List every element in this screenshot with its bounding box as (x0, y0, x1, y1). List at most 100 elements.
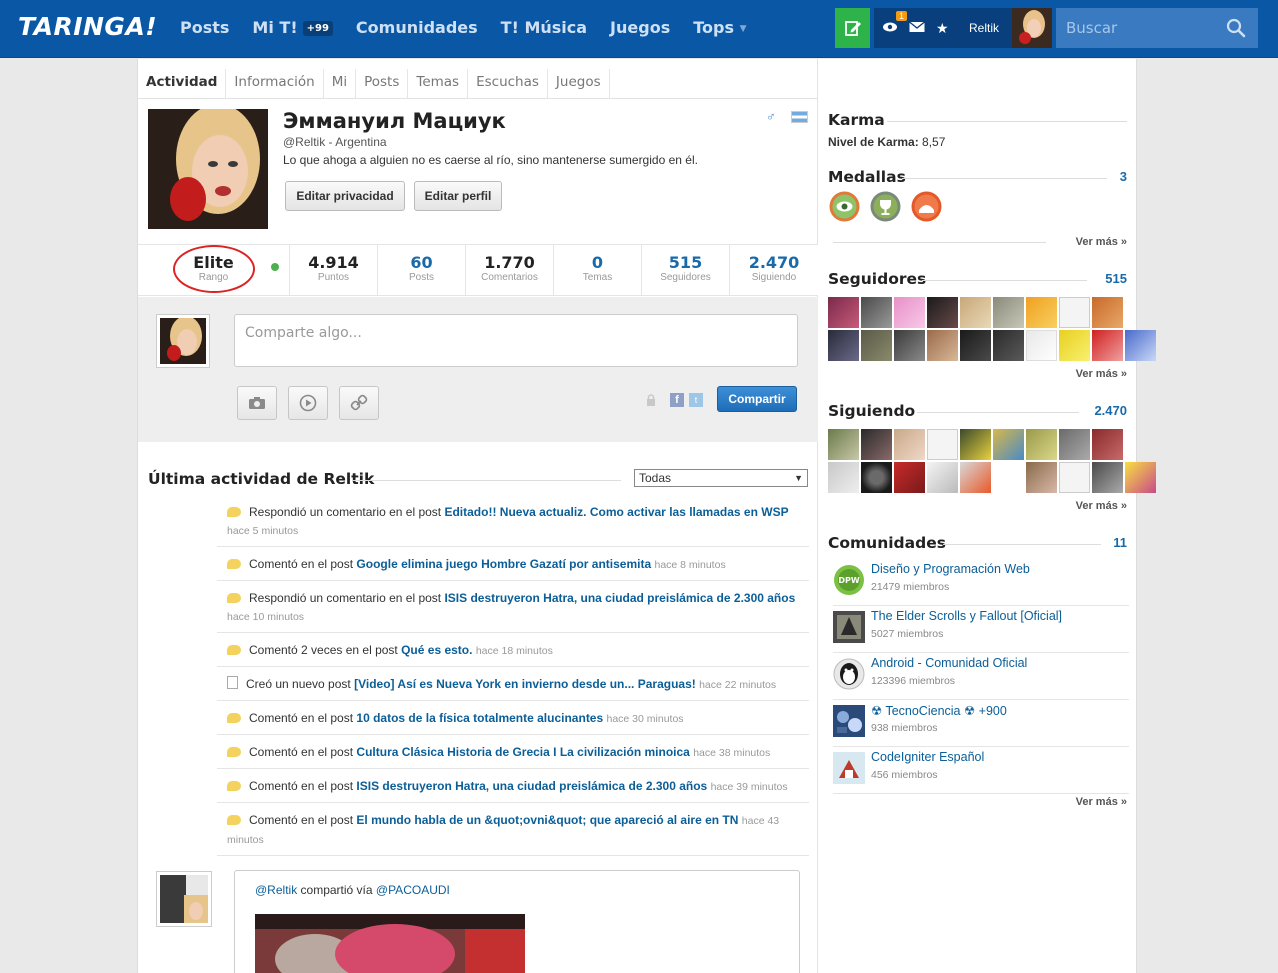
tab-posts[interactable]: Posts (356, 69, 409, 98)
post-link[interactable]: Qué es esto. (401, 643, 472, 657)
follower-avatar[interactable] (993, 297, 1024, 328)
activity-filter-select[interactable]: Todas ▼ (634, 469, 808, 487)
medal-eye-icon[interactable] (829, 191, 860, 222)
community-item[interactable]: The Elder Scrolls y Fallout [Oficial] 50… (833, 606, 1129, 653)
following-avatar[interactable] (960, 462, 991, 493)
stat-puntos[interactable]: 4.914 Puntos (290, 245, 378, 295)
share-input[interactable]: Comparte algo... (234, 314, 798, 367)
following-avatar[interactable] (894, 462, 925, 493)
following-avatar[interactable] (1125, 462, 1156, 493)
via-user-link[interactable]: @PACOAUDI (376, 883, 450, 897)
following-avatar[interactable] (828, 429, 859, 460)
lock-icon[interactable] (646, 394, 656, 409)
photo-button[interactable] (237, 386, 277, 420)
avatar[interactable] (156, 871, 212, 927)
twitter-icon[interactable]: t (689, 393, 703, 407)
video-button[interactable] (288, 386, 328, 420)
community-item[interactable]: DPW Diseño y Programación Web 21479 miem… (833, 559, 1129, 606)
tab-temas[interactable]: Temas (408, 69, 469, 98)
tab-escuchas[interactable]: Escuchas (468, 69, 548, 98)
following-avatar[interactable] (993, 429, 1024, 460)
nav-posts[interactable]: Posts (180, 18, 229, 37)
search-icon[interactable] (1226, 18, 1246, 38)
search-input[interactable] (1056, 19, 1216, 37)
following-avatar[interactable] (927, 429, 958, 460)
following-avatar[interactable] (894, 429, 925, 460)
stat-comentarios[interactable]: 1.770 Comentarios (466, 245, 554, 295)
compose-button[interactable] (835, 8, 870, 48)
follower-avatar[interactable] (894, 297, 925, 328)
ver-mas-link[interactable]: Ver más » (1076, 236, 1127, 248)
communities-count[interactable]: 11 (1113, 535, 1127, 550)
follower-avatar[interactable] (960, 330, 991, 361)
follower-avatar[interactable] (1059, 330, 1090, 361)
profile-picture[interactable] (148, 109, 268, 229)
follower-avatar[interactable] (1059, 297, 1090, 328)
logo[interactable]: TARINGA! (18, 12, 157, 41)
community-name[interactable]: ☢ TecnoCiencia ☢ +900 (871, 703, 1007, 718)
community-item[interactable]: Android - Comunidad Oficial 123396 miemb… (833, 653, 1129, 700)
community-name[interactable]: The Elder Scrolls y Fallout [Oficial] (871, 609, 1062, 623)
follower-avatar[interactable] (960, 297, 991, 328)
post-link[interactable]: Google elimina juego Hombre Gazatí por a… (356, 557, 651, 571)
nav-musica[interactable]: T! Música (501, 18, 587, 37)
community-name[interactable]: CodeIgniter Español (871, 750, 984, 764)
following-avatar[interactable] (861, 429, 892, 460)
follower-avatar[interactable] (1092, 297, 1123, 328)
post-link[interactable]: ISIS destruyeron Hatra, una ciudad preis… (444, 591, 795, 605)
follower-avatar[interactable] (828, 297, 859, 328)
nav-juegos[interactable]: Juegos (610, 18, 670, 37)
following-avatar[interactable] (1092, 429, 1123, 460)
stat-temas[interactable]: 0 Temas (554, 245, 642, 295)
following-avatar[interactable] (828, 462, 859, 493)
following-avatar[interactable] (1059, 429, 1090, 460)
community-item[interactable]: CodeIgniter Español 456 miembros (833, 747, 1129, 794)
follower-avatar[interactable] (1026, 330, 1057, 361)
nav-comunidades[interactable]: Comunidades (356, 18, 478, 37)
tab-informacion[interactable]: Información (226, 69, 324, 98)
following-avatar[interactable] (1092, 462, 1123, 493)
share-button[interactable]: Compartir (717, 386, 797, 412)
community-name[interactable]: Android - Comunidad Oficial (871, 656, 1027, 670)
link-button[interactable] (339, 386, 379, 420)
following-avatar[interactable] (1026, 462, 1057, 493)
post-link[interactable]: El mundo habla de un &quot;ovni&quot; qu… (356, 813, 738, 827)
user-link[interactable]: @Reltik (255, 883, 297, 897)
tab-juegos[interactable]: Juegos (548, 69, 610, 98)
tab-actividad[interactable]: Actividad (138, 69, 227, 98)
post-link[interactable]: ISIS destruyeron Hatra, una ciudad preis… (356, 779, 707, 793)
medal-cake-icon[interactable] (911, 191, 942, 222)
follower-avatar[interactable] (927, 297, 958, 328)
follower-avatar[interactable] (1092, 330, 1123, 361)
stat-siguiendo[interactable]: 2.470 Siguiendo (730, 245, 818, 295)
follower-avatar[interactable] (828, 330, 859, 361)
post-link[interactable]: 10 datos de la física totalmente alucina… (356, 711, 603, 725)
username[interactable]: Reltik (969, 21, 999, 35)
follower-avatar[interactable] (1125, 330, 1156, 361)
medal-trophy-icon[interactable] (870, 191, 901, 222)
mail-icon[interactable] (909, 20, 925, 36)
eye-icon[interactable] (882, 20, 898, 37)
following-avatar[interactable] (1026, 429, 1057, 460)
following-avatar[interactable] (1059, 462, 1090, 493)
ver-mas-link[interactable]: Ver más » (1076, 796, 1127, 808)
ver-mas-link[interactable]: Ver más » (1076, 500, 1127, 512)
following-count[interactable]: 2.470 (1094, 403, 1127, 418)
follower-avatar[interactable] (1026, 297, 1057, 328)
following-avatar[interactable] (861, 462, 892, 493)
star-icon[interactable]: ★ (936, 20, 949, 37)
stat-rango[interactable]: Elite Rango (138, 245, 290, 295)
following-avatar[interactable] (960, 429, 991, 460)
ver-mas-link[interactable]: Ver más » (1076, 368, 1127, 380)
follower-avatar[interactable] (861, 297, 892, 328)
shared-post-image[interactable] (255, 914, 525, 973)
follower-avatar[interactable] (927, 330, 958, 361)
stat-seguidores[interactable]: 515 Seguidores (642, 245, 730, 295)
follower-avatar[interactable] (993, 330, 1024, 361)
following-avatar[interactable] (927, 462, 958, 493)
tab-mi[interactable]: Mi (324, 69, 357, 98)
post-link[interactable]: Editado!! Nueva actualiz. Como activar l… (444, 505, 788, 519)
avatar[interactable] (1012, 8, 1052, 48)
community-name[interactable]: Diseño y Programación Web (871, 562, 1030, 576)
nav-mi-t[interactable]: Mi T! +99 (252, 18, 333, 37)
